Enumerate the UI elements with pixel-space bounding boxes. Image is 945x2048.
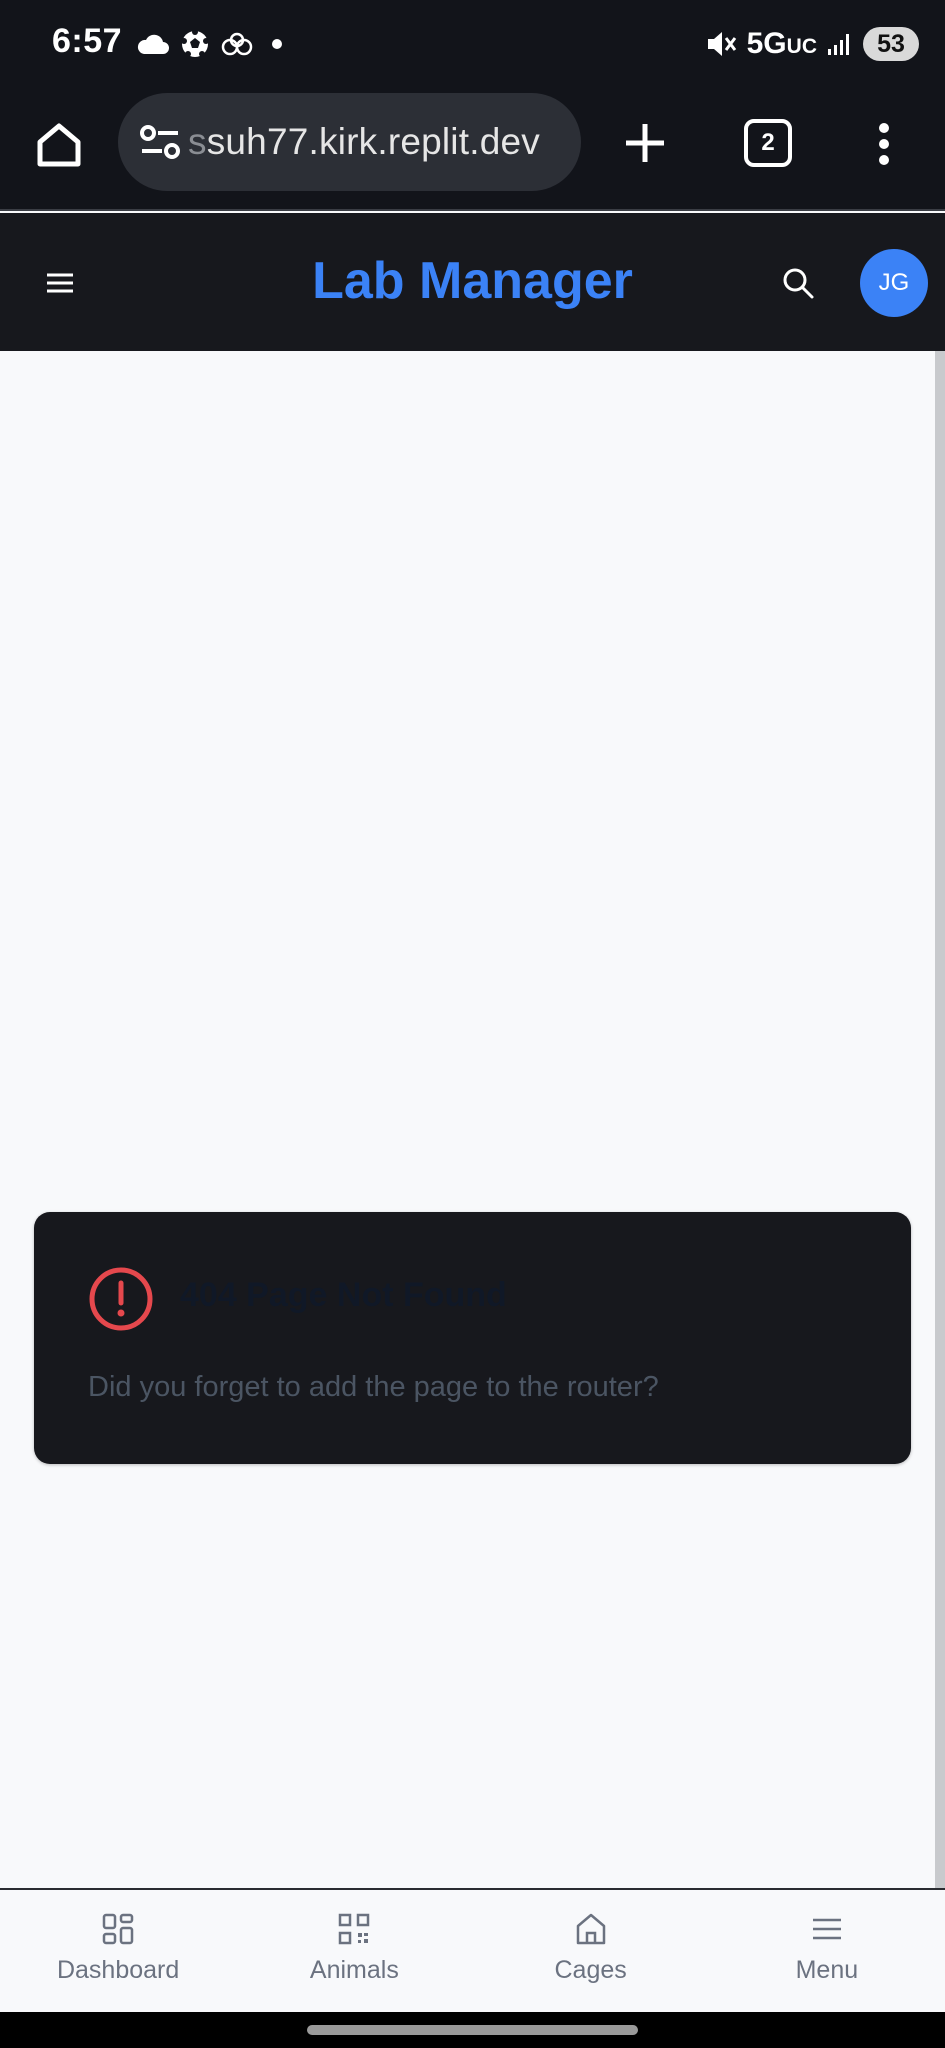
page-scrollbar[interactable] [935, 351, 945, 1888]
home-icon [576, 1913, 605, 1945]
nav-item-menu[interactable]: Menu [709, 1890, 945, 2012]
url-text: ssuh77.kirk.replit.dev [188, 121, 540, 162]
user-avatar[interactable]: JG [860, 249, 928, 317]
cloud-sync-icon [221, 32, 253, 56]
not-found-card: 404 Page Not Found Did you forget to add… [34, 1212, 911, 1464]
network-indicator: 5GUC [746, 27, 817, 60]
cloud-icon [137, 34, 169, 54]
status-time: 6:57 [52, 22, 123, 60]
app-header: Lab Manager JG [0, 213, 945, 351]
nav-label: Animals [309, 1956, 399, 1984]
home-outline-icon [37, 123, 81, 167]
browser-home-button[interactable] [30, 116, 88, 174]
nav-label: Dashboard [56, 1956, 180, 1984]
status-notification-icons [136, 26, 290, 62]
alert-circle-icon [89, 1267, 153, 1331]
system-gesture-area [0, 2012, 945, 2048]
bottom-navigation: Dashboard Animals Cages Menu [0, 1888, 945, 2012]
nav-item-animals[interactable]: Animals [236, 1890, 472, 2012]
dashboard-icon [102, 1913, 134, 1945]
mute-icon [707, 32, 736, 56]
qr-code-icon [339, 1913, 370, 1945]
search-button[interactable] [778, 263, 818, 303]
soccer-ball-icon [181, 29, 209, 57]
dot-icon [272, 39, 282, 49]
browser-menu-button[interactable] [864, 116, 904, 172]
error-message: Did you forget to add the page to the ro… [88, 1371, 659, 1403]
nav-item-dashboard[interactable]: Dashboard [0, 1890, 236, 2012]
site-settings-icon[interactable] [138, 120, 182, 164]
browser-toolbar: ssuh77.kirk.replit.dev 2 [0, 88, 945, 211]
status-system-icons: 5GUC 53 [705, 24, 919, 64]
nav-label: Cages [554, 1956, 627, 1984]
nav-label: Menu [795, 1956, 859, 1984]
new-tab-button[interactable] [615, 113, 675, 173]
nav-item-cages[interactable]: Cages [473, 1890, 709, 2012]
battery-indicator: 53 [863, 27, 919, 61]
home-gesture-handle[interactable] [307, 2025, 638, 2035]
main-content: 404 Page Not Found Did you forget to add… [0, 351, 935, 1888]
more-vertical-icon [879, 123, 889, 165]
signal-icon [828, 34, 849, 55]
address-bar[interactable]: ssuh77.kirk.replit.dev [118, 93, 581, 191]
search-icon [783, 268, 814, 299]
menu-icon [812, 1918, 841, 1940]
status-bar: 6:57 5GUC 53 [0, 0, 945, 88]
tab-switcher-button[interactable]: 2 [744, 119, 792, 167]
plus-icon [626, 124, 664, 162]
error-title: 404 Page Not Found [180, 1276, 507, 1314]
